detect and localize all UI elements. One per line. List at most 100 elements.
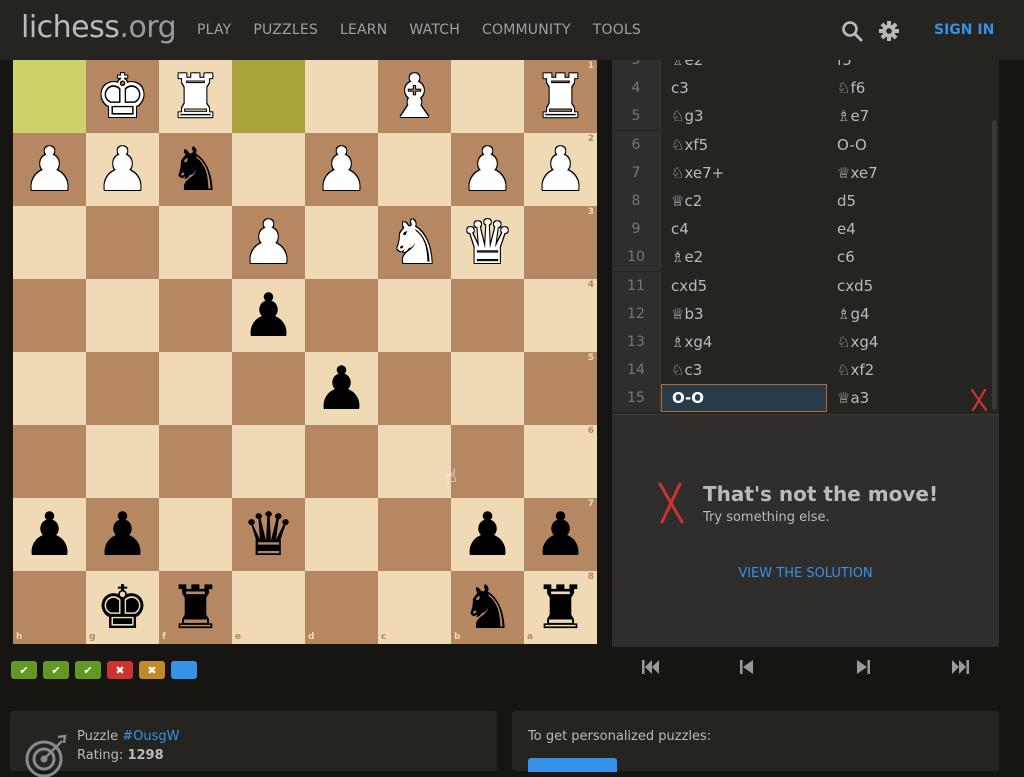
board-square[interactable] (86, 206, 159, 279)
white-pawn-icon[interactable]: ♟ (461, 140, 515, 200)
board-square[interactable] (305, 425, 378, 498)
white-queen-icon[interactable]: ♛ (461, 213, 515, 273)
next-move-icon[interactable] (853, 658, 873, 676)
progress-correct[interactable]: ✔ (43, 661, 69, 679)
board-square[interactable]: h (13, 571, 86, 644)
board-square[interactable] (13, 352, 86, 425)
board-square[interactable]: 5 (524, 352, 597, 425)
board-square[interactable] (451, 60, 524, 133)
black-move[interactable]: ♕a3 (827, 384, 987, 412)
black-pawn-icon[interactable]: ♟ (23, 505, 77, 565)
black-pawn-icon[interactable]: ♟ (242, 286, 296, 346)
board-square[interactable] (232, 60, 305, 133)
board-square[interactable]: ♟ (13, 133, 86, 206)
progress-wrong[interactable]: ✖ (107, 661, 133, 679)
black-king-icon[interactable]: ♚ (96, 578, 150, 638)
board-square[interactable]: ♜ (159, 60, 232, 133)
board-square[interactable]: ♛ (451, 206, 524, 279)
black-move[interactable]: d5 (827, 187, 987, 215)
black-move[interactable]: ♘xf2 (827, 356, 987, 384)
nav-watch[interactable]: WATCH (409, 22, 460, 38)
board-square[interactable] (86, 279, 159, 352)
nav-puzzles[interactable]: PUZZLES (253, 22, 318, 38)
black-move[interactable]: ♗e7 (827, 102, 987, 130)
black-move[interactable]: c6 (827, 243, 987, 271)
white-move[interactable]: ♘g3 (661, 102, 827, 130)
black-queen-icon[interactable]: ♛ (242, 505, 296, 565)
board-square[interactable] (232, 425, 305, 498)
board-square[interactable] (159, 279, 232, 352)
board-square[interactable] (159, 498, 232, 571)
board-square[interactable] (451, 425, 524, 498)
view-solution-button[interactable]: VIEW THE SOLUTION (612, 566, 999, 581)
logo[interactable]: lichess.org (21, 10, 177, 45)
white-rook-icon[interactable]: ♜ (169, 67, 223, 127)
board-square[interactable]: ♜ f (159, 571, 232, 644)
board-square[interactable] (159, 425, 232, 498)
white-move[interactable]: ♗xg4 (661, 328, 827, 356)
board-square[interactable] (378, 279, 451, 352)
board-square[interactable]: ♝ (378, 60, 451, 133)
white-rook-icon[interactable]: ♜ (534, 67, 588, 127)
board-square[interactable] (451, 352, 524, 425)
nav-community[interactable]: COMMUNITY (482, 22, 571, 38)
white-pawn-icon[interactable]: ♟ (23, 140, 77, 200)
white-move[interactable]: O-O (661, 384, 827, 413)
white-king-icon[interactable]: ♚ (96, 67, 150, 127)
progress-correct[interactable]: ✔ (75, 661, 101, 679)
board-square[interactable] (305, 60, 378, 133)
black-rook-icon[interactable]: ♜ (534, 578, 588, 638)
move-list-scrollbar[interactable] (992, 120, 997, 410)
board-square[interactable]: ♟ 7 (524, 498, 597, 571)
white-knight-icon[interactable]: ♞ (388, 213, 442, 273)
white-move[interactable]: ♘xe7+ (661, 159, 827, 187)
board-square[interactable]: ♟ (451, 133, 524, 206)
black-move[interactable]: O-O (827, 131, 987, 159)
board-square[interactable]: ♟ (232, 279, 305, 352)
board-square[interactable]: ♞ b (451, 571, 524, 644)
board-square[interactable] (13, 425, 86, 498)
white-pawn-icon[interactable]: ♟ (315, 140, 369, 200)
gear-icon[interactable] (878, 20, 900, 42)
board-square[interactable] (159, 352, 232, 425)
white-pawn-icon[interactable]: ♟ (242, 213, 296, 273)
board-square[interactable]: 6 (524, 425, 597, 498)
board-square[interactable] (232, 352, 305, 425)
board-square[interactable]: ♟ (86, 498, 159, 571)
last-move-icon[interactable] (950, 658, 970, 676)
black-move[interactable]: ♕xe7 (827, 159, 987, 187)
black-knight-icon[interactable]: ♞ (169, 140, 223, 200)
nav-learn[interactable]: LEARN (340, 22, 387, 38)
black-move[interactable]: e4 (827, 215, 987, 243)
chess-board[interactable]: ♚ ♜ ♝ ♜ 1 ♟ ♟ ♞ ♟ ♟ ♟ 2 ♟ ♞ ♛ 3 ♟ 4 ♟ 5 6 ♟ ♟ ♛ ♟ ♟ 7 h ♚ g ♜ f e d c ♞ b ♜ 8 a (13, 60, 597, 644)
board-square[interactable] (13, 206, 86, 279)
board-square[interactable]: 3 (524, 206, 597, 279)
white-pawn-icon[interactable]: ♟ (534, 140, 588, 200)
board-square[interactable]: ♟ (305, 352, 378, 425)
white-move[interactable]: ♕c2 (661, 187, 827, 215)
black-rook-icon[interactable]: ♜ (169, 578, 223, 638)
board-square[interactable]: ♟ (86, 133, 159, 206)
board-square[interactable]: c (378, 571, 451, 644)
board-square[interactable] (232, 133, 305, 206)
board-square[interactable]: ♟ (13, 498, 86, 571)
white-pawn-icon[interactable]: ♟ (96, 140, 150, 200)
board-square[interactable]: d (305, 571, 378, 644)
white-move[interactable]: c4 (661, 215, 827, 243)
board-square[interactable]: ♞ (378, 206, 451, 279)
white-move[interactable]: ♗e2 (661, 60, 827, 74)
sign-in-link[interactable]: SIGN IN (934, 22, 994, 38)
progress-correct[interactable]: ✔ (11, 661, 37, 679)
board-square[interactable]: ♟ (232, 206, 305, 279)
board-square[interactable] (378, 425, 451, 498)
white-move[interactable]: cxd5 (661, 272, 827, 300)
first-move-icon[interactable] (641, 658, 661, 676)
board-square[interactable]: ♚ (86, 60, 159, 133)
board-square[interactable]: ♛ (232, 498, 305, 571)
board-square[interactable]: ♟ 2 (524, 133, 597, 206)
search-icon[interactable] (841, 20, 863, 42)
board-square[interactable] (451, 279, 524, 352)
board-square[interactable] (13, 60, 86, 133)
board-square[interactable] (13, 279, 86, 352)
board-square[interactable]: ♜ 1 (524, 60, 597, 133)
